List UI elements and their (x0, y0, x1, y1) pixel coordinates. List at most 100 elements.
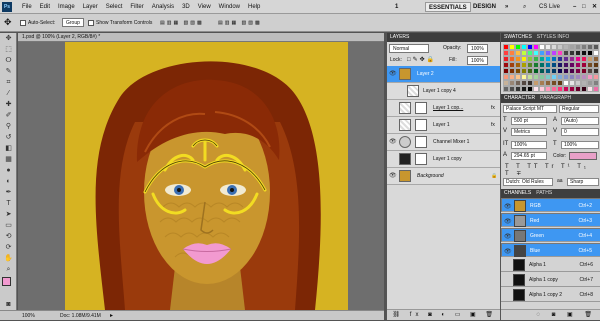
eraser-tool-icon[interactable]: ◧ (2, 144, 15, 154)
layer-name[interactable]: Channel Mixer 1 (433, 134, 469, 151)
gradient-tool-icon[interactable]: ▦ (2, 155, 15, 165)
auto-select-target-dropdown[interactable]: Group (62, 18, 84, 27)
antialias-dropdown[interactable]: Sharp (567, 178, 599, 186)
distribute-icons[interactable]: ▤▥▦ ▧▨▩ (218, 18, 262, 28)
auto-select-checkbox[interactable]: Auto-Select: (20, 18, 55, 28)
menu-layer[interactable]: Layer (79, 0, 102, 14)
fx-icon[interactable]: fx (491, 117, 495, 134)
menu-help[interactable]: Help (244, 0, 264, 14)
fill-input[interactable]: 100% (467, 56, 488, 65)
kerning-input[interactable]: Metrics (511, 128, 547, 136)
swatch[interactable] (593, 86, 599, 92)
minimize-icon[interactable]: – (570, 2, 579, 12)
3d-rotate-tool-icon[interactable]: ⟲ (2, 232, 15, 242)
show-transform-checkbox[interactable]: Show Transform Controls (88, 18, 152, 28)
shape-tool-icon[interactable]: ▭ (2, 221, 15, 231)
layer-row[interactable]: Layer 1 cop... fx (387, 100, 501, 117)
layer-name[interactable]: Background (417, 168, 444, 185)
marquee-tool-icon[interactable]: ⬚ (2, 45, 15, 55)
healing-tool-icon[interactable]: ✚ (2, 100, 15, 110)
tab-character[interactable]: CHARACTER (504, 95, 535, 101)
fx-icon[interactable]: fx (491, 100, 495, 117)
font-family-dropdown[interactable]: Palace Script MT (503, 105, 557, 113)
color-pickers[interactable] (0, 277, 16, 299)
menu-filter[interactable]: Filter (126, 0, 147, 14)
cs-live-link[interactable]: CS Live (536, 2, 563, 12)
quick-select-tool-icon[interactable]: ✎ (2, 67, 15, 77)
tab-paragraph[interactable]: PARAGRAPH (540, 95, 571, 101)
channel-row[interactable]: 👁 Blue Ctrl+5 (501, 243, 600, 257)
horizontal-scale-input[interactable]: 100% (561, 141, 599, 149)
blend-mode-dropdown[interactable]: Normal (389, 44, 429, 53)
tracking-input[interactable]: 0 (561, 128, 599, 136)
maximize-icon[interactable]: □ (579, 2, 589, 12)
workspace-design[interactable]: DESIGN (470, 2, 499, 12)
visibility-eye-icon[interactable] (389, 155, 397, 163)
visibility-eye-icon[interactable]: 👁 (504, 233, 512, 241)
lasso-tool-icon[interactable]: ⵔ (2, 56, 15, 66)
visibility-eye-icon[interactable]: 👁 (504, 203, 512, 211)
workspace-essentials[interactable]: ESSENTIALS (425, 2, 471, 12)
zoom-tool-icon[interactable]: ⌕ (2, 265, 15, 275)
font-style-dropdown[interactable]: Regular (559, 105, 599, 113)
type-tool-icon[interactable]: T (2, 199, 15, 209)
layer-row[interactable]: 👁 Layer 2 (387, 66, 501, 83)
quick-mask-icon[interactable]: ◙ (2, 300, 15, 310)
visibility-eye-icon[interactable] (389, 104, 397, 112)
clone-stamp-tool-icon[interactable]: ⚲ (2, 122, 15, 132)
layer-name[interactable]: Layer 1 copy (433, 151, 462, 168)
tab-styles[interactable]: STYLES (537, 34, 556, 40)
3d-orbit-tool-icon[interactable]: ⟳ (2, 243, 15, 253)
menu-select[interactable]: Select (102, 0, 127, 14)
move-tool-icon[interactable]: ✥ (2, 34, 15, 44)
layer-name[interactable]: Layer 1 (433, 117, 450, 134)
visibility-eye-icon[interactable]: 👁 (389, 172, 397, 180)
menu-view[interactable]: View (194, 0, 215, 14)
channels-footer-icons[interactable]: ◌ ◙ ▣ 🗑 (501, 309, 600, 320)
menu-image[interactable]: Image (54, 0, 79, 14)
tab-layers[interactable]: LAYERS (390, 34, 409, 40)
dodge-tool-icon[interactable]: ◐ (2, 177, 15, 187)
path-select-tool-icon[interactable]: ➤ (2, 210, 15, 220)
tab-swatches[interactable]: SWATCHES (504, 34, 532, 40)
menu-analysis[interactable]: Analysis (148, 0, 178, 14)
layer-row[interactable]: 👁 Background 🔒 (387, 168, 501, 185)
document-tab[interactable]: 1.psd @ 100% (Layer 2, RGB/8#) * (18, 33, 384, 42)
channel-row[interactable]: Alpha 1 copy Ctrl+7 (501, 273, 600, 287)
layer-name[interactable]: Layer 1 cop... (433, 100, 463, 117)
workspace-more[interactable]: » (502, 2, 511, 12)
layer-row[interactable]: Layer 1 copy (387, 151, 501, 168)
eyedropper-tool-icon[interactable]: ⁄ (2, 89, 15, 99)
channel-row[interactable]: 👁 Green Ctrl+4 (501, 228, 600, 242)
canvas[interactable] (65, 42, 348, 310)
tab-paths[interactable]: PATHS (536, 190, 552, 196)
tab-channels[interactable]: CHANNELS (504, 190, 531, 196)
menu-window[interactable]: Window (215, 0, 244, 14)
visibility-eye-icon[interactable]: 👁 (504, 248, 512, 256)
font-size-input[interactable]: 500 pt (511, 117, 547, 125)
text-style-buttons[interactable]: T T TT Tr T¹ T₁ T ∓ (505, 164, 600, 177)
menu-file[interactable]: File (18, 0, 36, 14)
foreground-color[interactable] (2, 277, 11, 286)
channel-row[interactable]: Alpha 1 copy 2 Ctrl+8 (501, 288, 600, 302)
baseline-shift-input[interactable]: 294.65 pt (511, 152, 547, 160)
visibility-eye-icon[interactable]: 👁 (504, 218, 512, 226)
history-brush-tool-icon[interactable]: ↺ (2, 133, 15, 143)
layer-row[interactable]: 👁 Channel Mixer 1 (387, 134, 501, 151)
brush-tool-icon[interactable]: ✐ (2, 111, 15, 121)
align-icons[interactable]: ▤▥▦ ▧▨▩ (160, 18, 204, 28)
visibility-eye-icon[interactable] (389, 87, 397, 95)
move-tool-icon[interactable]: ✥ (4, 18, 12, 28)
search-icon[interactable]: ⌕ (520, 2, 529, 12)
vertical-scale-input[interactable]: 100% (511, 141, 547, 149)
channel-row[interactable]: Alpha 1 Ctrl+6 (501, 258, 600, 272)
tab-info[interactable]: INFO (557, 34, 569, 40)
layer-name[interactable]: Layer 2 (417, 66, 434, 83)
language-dropdown[interactable]: Dutch: Old Rules (503, 178, 553, 186)
visibility-eye-icon[interactable]: 👁 (389, 138, 397, 146)
layer-name[interactable]: Layer 1 copy 4 (423, 83, 456, 100)
menu-edit[interactable]: Edit (36, 0, 54, 14)
text-color-swatch[interactable] (569, 152, 597, 160)
close-icon[interactable]: ✕ (589, 2, 600, 12)
lock-icons[interactable]: □✎✥🔒 (407, 56, 436, 63)
